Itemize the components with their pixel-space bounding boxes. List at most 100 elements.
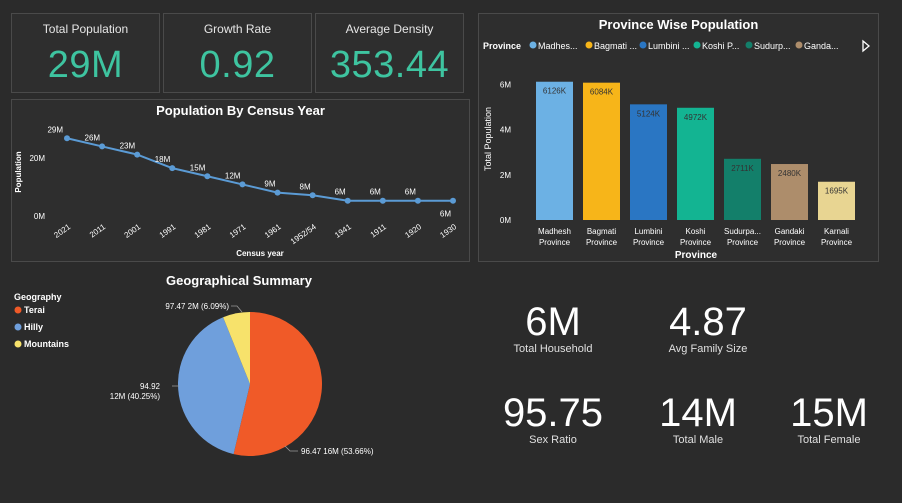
kpi-label: Total Population: [42, 22, 129, 36]
household-value: 6M: [525, 300, 581, 344]
line-x-tick-label: 1930: [438, 222, 458, 240]
bar-category-label: Gandaki: [775, 227, 805, 236]
census-line-chart-panel[interactable]: Population By Census Year Population Cen…: [11, 99, 470, 262]
population-point: [134, 151, 141, 158]
population-point: [450, 197, 456, 204]
total-male-value: 14M: [659, 391, 737, 435]
geography-pie-panel[interactable]: Geographical Summary Geography Terai Hill…: [9, 268, 469, 493]
bar-category-label: Province: [539, 238, 571, 247]
line-x-tick-label: 1911: [369, 222, 389, 240]
province-bar-chart-panel[interactable]: Province Wise Population Province Total …: [478, 13, 879, 262]
bar-category-label: Province: [821, 238, 853, 247]
line-x-tick-label: 1920: [403, 222, 423, 240]
population-point: [204, 173, 211, 180]
bar-legend-item: Bagmati ...: [594, 41, 637, 51]
line-data-label: 6M: [440, 210, 451, 219]
pie-slice-label: 12M (40.25%): [110, 392, 161, 401]
population-point: [344, 197, 351, 204]
line-data-label: 29M: [47, 125, 63, 134]
bar-data-label: 2711K: [731, 164, 754, 173]
sex-ratio-label: Sex Ratio: [529, 434, 577, 446]
family-size-value: 4.87: [669, 300, 747, 344]
bar-category-label: Lumbini: [634, 227, 662, 236]
kpi-value: 0.92: [199, 44, 276, 86]
kpi-value: 29M: [47, 44, 124, 86]
pie-legend-dot: [14, 306, 22, 314]
bar-data-label: 4972K: [684, 113, 708, 122]
bar-category-label: Province: [633, 238, 665, 247]
bar-legend-item: Sudurp...: [754, 41, 791, 51]
line-chart-svg: Population Census year 20M 0M 29M 2021 26M…: [14, 125, 459, 258]
bar-category-label: Province: [774, 238, 806, 247]
pie-slice-label: 97.47 2M (6.09%): [165, 302, 229, 311]
population-point: [64, 135, 70, 142]
bar-data-label: 5124K: [637, 109, 661, 118]
line-x-tick-label: 1991: [158, 222, 178, 240]
bar-y-axis-title: Total Population: [483, 107, 493, 171]
bar-legend-dot: [529, 41, 537, 49]
kpi-total-population: Total Population 29M: [11, 13, 160, 93]
bar-category-label: Province: [680, 238, 712, 247]
total-male-label: Total Male: [672, 434, 724, 446]
bar-legend-item: Ganda...: [804, 41, 839, 51]
pie-chart-svg: Geography Terai Hilly Mountains 96.47 16M (…: [14, 292, 374, 456]
line-data-label: 23M: [120, 142, 136, 151]
line-data-label: 9M: [264, 180, 275, 189]
line-data-label: 12M: [225, 171, 241, 180]
bar-legend-dot: [639, 41, 647, 49]
kpi-value: 353.44: [329, 44, 450, 86]
pie-leader-line: [231, 305, 243, 313]
bar-data-label: 6084K: [590, 88, 614, 97]
province-bar: [630, 104, 667, 220]
bar-x-axis-title: Province: [675, 250, 718, 261]
line-x-tick-label: 1961: [263, 222, 283, 240]
population-point: [309, 192, 316, 199]
population-point: [169, 165, 176, 172]
bar-data-label: 2480K: [778, 169, 802, 178]
line-data-label: 6M: [370, 188, 381, 197]
legend-next-arrow-icon[interactable]: [862, 39, 871, 53]
line-y-tick: 20M: [29, 154, 45, 163]
bar-category-label: Koshi: [685, 227, 705, 236]
bar-category-label: Karnali: [824, 227, 849, 236]
bar-category-label: Sudurpa...: [724, 227, 761, 236]
bar-legend-dot: [745, 41, 753, 49]
bar-chart-svg: Province Total Population Province Madhe…: [483, 39, 871, 261]
line-data-label: 26M: [85, 133, 101, 142]
line-data-label: 6M: [405, 188, 416, 197]
line-y-tick: 0M: [34, 212, 45, 221]
province-bar: [677, 107, 714, 220]
pie-legend-item: Mountains: [24, 339, 69, 349]
kpi-average-density: Average Density 353.44: [315, 13, 464, 93]
total-female-value: 15M: [790, 391, 868, 435]
bar-legend-dot: [693, 41, 701, 49]
pie-legend-dot: [14, 323, 22, 331]
bar-y-tick: 2M: [500, 171, 511, 180]
province-bar: [583, 82, 620, 220]
pie-legend-item: Hilly: [24, 322, 43, 332]
line-y-axis-title: Population: [14, 151, 23, 192]
population-point: [274, 189, 281, 196]
bar-category-label: Madhesh: [538, 227, 571, 236]
bar-legend-item: Lumbini ...: [648, 41, 690, 51]
bar-y-tick: 0M: [500, 216, 511, 225]
population-point: [414, 197, 421, 204]
pie-legend-title: Geography: [14, 292, 62, 302]
pie-leader-line: [284, 445, 298, 452]
line-x-tick-label: 1941: [333, 222, 353, 240]
bar-legend-title: Province: [483, 41, 521, 51]
line-x-tick-label: 2021: [52, 222, 72, 240]
bar-legend-dot: [795, 41, 803, 49]
pie-legend-dot: [14, 340, 22, 348]
line-data-label: 8M: [300, 182, 311, 191]
pie-slice-label: 96.47 16M (53.66%): [301, 447, 374, 456]
kpi-label: Average Density: [345, 22, 434, 36]
line-x-tick-label: 1952/54: [289, 222, 318, 246]
pie-legend-item: Terai: [24, 305, 45, 315]
kpi-label: Growth Rate: [203, 22, 272, 36]
total-female-label: Total Female: [797, 434, 861, 446]
line-x-tick-label: 1981: [193, 222, 213, 240]
line-data-label: 15M: [190, 163, 206, 172]
bar-y-tick: 4M: [500, 126, 511, 135]
bar-category-label: Province: [727, 238, 759, 247]
